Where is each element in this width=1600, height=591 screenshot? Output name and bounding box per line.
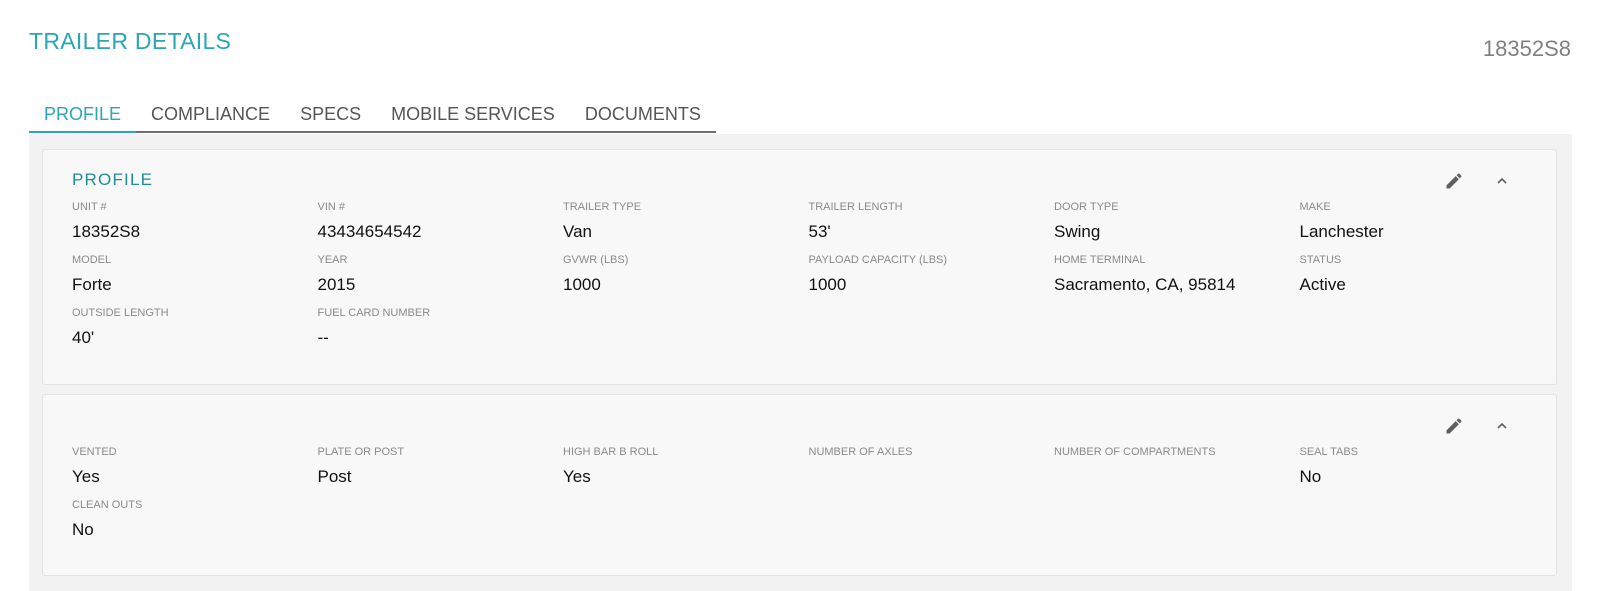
field-clean-outs: CLEAN OUTS No: [72, 497, 318, 550]
page-title: TRAILER DETAILS: [29, 28, 232, 54]
profile-card: PROFILE UNIT # 18352S8 VIN # 43434654542: [42, 149, 1557, 385]
field-seal-tabs: SEAL TABS No: [1300, 444, 1546, 497]
field-value: --: [317, 328, 329, 347]
tab-profile[interactable]: PROFILE: [29, 104, 137, 133]
card-actions: [1442, 169, 1514, 193]
field-year: YEAR 2015: [318, 252, 564, 305]
field-label: DOOR TYPE: [1054, 201, 1119, 213]
field-value: 43434654542: [317, 222, 422, 241]
field-value: No: [1299, 467, 1322, 486]
field-value: Yes: [563, 467, 591, 486]
field-door-type: DOOR TYPE Swing: [1054, 199, 1300, 252]
field-high-bar-b-roll: HIGH BAR B ROLL Yes: [563, 444, 809, 497]
field-label: PLATE OR POST: [317, 446, 405, 458]
tab-content: PROFILE UNIT # 18352S8 VIN # 43434654542: [29, 134, 1572, 591]
field-label: HOME TERMINAL: [1054, 254, 1146, 266]
pencil-icon[interactable]: [1442, 414, 1466, 438]
field-make: MAKE Lanchester: [1300, 199, 1546, 252]
chevron-up-icon[interactable]: [1490, 414, 1514, 438]
field-label: MODEL: [72, 254, 112, 266]
field-label: CLEAN OUTS: [72, 499, 143, 511]
field-label: FUEL CARD NUMBER: [317, 307, 431, 319]
field-unit-number: UNIT # 18352S8: [72, 199, 318, 252]
field-value: Van: [563, 222, 592, 241]
trailer-details-page: TRAILER DETAILS 18352S8 PROFILE COMPLIAN…: [0, 0, 1600, 591]
field-gvwr: GVWR (LBS) 1000: [563, 252, 809, 305]
field-label: VIN #: [317, 201, 346, 213]
field-outside-length: OUTSIDE LENGTH 40': [72, 305, 318, 358]
details-card: VENTED Yes PLATE OR POST Post HIGH BAR B…: [42, 394, 1557, 576]
field-value: 53': [808, 222, 831, 241]
pencil-icon[interactable]: [1442, 169, 1466, 193]
details-fields: VENTED Yes PLATE OR POST Post HIGH BAR B…: [72, 444, 1545, 550]
card-title: PROFILE: [72, 170, 154, 189]
field-home-terminal: HOME TERMINAL Sacramento, CA, 95814: [1054, 252, 1300, 305]
field-value: 1000: [808, 275, 847, 294]
profile-fields: UNIT # 18352S8 VIN # 43434654542 TRAILER…: [72, 199, 1545, 358]
field-label: OUTSIDE LENGTH: [72, 307, 169, 319]
tab-bar: PROFILE COMPLIANCE SPECS MOBILE SERVICES…: [29, 104, 716, 133]
field-vin: VIN # 43434654542: [318, 199, 564, 252]
field-value: Active: [1299, 275, 1346, 294]
field-label: TRAILER TYPE: [563, 201, 642, 213]
field-trailer-type: TRAILER TYPE Van: [563, 199, 809, 252]
field-label: NUMBER OF COMPARTMENTS: [1054, 446, 1216, 458]
field-label: NUMBER OF AXLES: [808, 446, 913, 458]
field-value: 1000: [563, 275, 601, 294]
tab-compliance[interactable]: COMPLIANCE: [136, 104, 285, 131]
field-label: HIGH BAR B ROLL: [563, 446, 659, 458]
field-value: Sacramento, CA, 95814: [1054, 275, 1236, 294]
field-vented: VENTED Yes: [72, 444, 318, 497]
card-actions: [1442, 414, 1514, 438]
tab-mobile-services[interactable]: MOBILE SERVICES: [376, 104, 570, 131]
field-payload-capacity: PAYLOAD CAPACITY (LBS) 1000: [809, 252, 1055, 305]
field-label: MAKE: [1299, 201, 1331, 213]
unit-id-label: 18352S8: [1482, 36, 1571, 61]
field-label: VENTED: [72, 446, 117, 458]
field-value: Post: [317, 467, 352, 486]
field-value: 40': [72, 328, 95, 347]
field-label: YEAR: [317, 254, 348, 266]
chevron-up-icon[interactable]: [1490, 169, 1514, 193]
field-value: 2015: [317, 275, 356, 294]
field-status: STATUS Active: [1300, 252, 1546, 305]
field-plate-or-post: PLATE OR POST Post: [318, 444, 564, 497]
field-number-of-compartments: NUMBER OF COMPARTMENTS: [1054, 444, 1300, 497]
field-value: Yes: [72, 467, 100, 486]
field-label: GVWR (LBS): [563, 254, 629, 266]
field-fuel-card-number: FUEL CARD NUMBER --: [318, 305, 564, 358]
field-label: STATUS: [1299, 254, 1342, 266]
field-label: PAYLOAD CAPACITY (LBS): [808, 254, 948, 266]
field-model: MODEL Forte: [72, 252, 318, 305]
field-value: No: [72, 520, 94, 539]
field-label: SEAL TABS: [1299, 446, 1359, 458]
field-number-of-axles: NUMBER OF AXLES: [809, 444, 1055, 497]
field-value: Forte: [72, 275, 112, 294]
field-value: 18352S8: [72, 222, 141, 241]
tab-documents[interactable]: DOCUMENTS: [570, 104, 716, 131]
field-value: Swing: [1054, 222, 1101, 241]
field-value: Lanchester: [1299, 222, 1384, 241]
field-label: TRAILER LENGTH: [808, 201, 903, 213]
tab-specs[interactable]: SPECS: [285, 104, 376, 131]
field-label: UNIT #: [72, 201, 107, 213]
field-trailer-length: TRAILER LENGTH 53': [809, 199, 1055, 252]
